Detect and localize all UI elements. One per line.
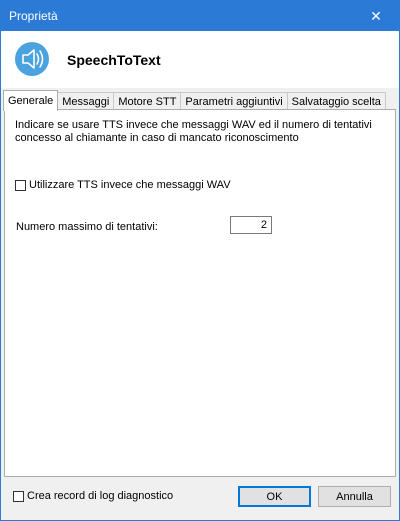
cancel-button[interactable]: Annulla bbox=[318, 486, 391, 507]
use-tts-row[interactable]: Utilizzare TTS invece che messaggi WAV bbox=[15, 179, 231, 191]
tab-generale[interactable]: Generale bbox=[3, 90, 59, 111]
tab-description: Indicare se usare TTS invece che messagg… bbox=[15, 119, 372, 144]
app-name: SpeechToText bbox=[67, 52, 161, 68]
speaker-icon bbox=[15, 42, 49, 76]
header-banner: SpeechToText bbox=[1, 31, 399, 88]
log-checkbox[interactable] bbox=[13, 490, 24, 502]
window-title: Proprietà bbox=[9, 9, 58, 23]
log-row[interactable]: Crea record di log diagnostico bbox=[13, 490, 173, 502]
title-bar: Proprietà ✕ bbox=[1, 1, 399, 31]
properties-dialog: Proprietà ✕ SpeechToText Generale Messag… bbox=[0, 0, 400, 521]
ok-button[interactable]: OK bbox=[238, 486, 311, 507]
max-attempts-label: Numero massimo di tentativi: bbox=[16, 221, 158, 233]
use-tts-checkbox[interactable] bbox=[15, 179, 26, 191]
tab-panel-generale: Indicare se usare TTS invece che messagg… bbox=[4, 109, 396, 477]
tab-strip: Generale Messaggi Motore STT Parametri a… bbox=[3, 90, 386, 111]
max-attempts-input[interactable]: 2 bbox=[230, 216, 272, 234]
log-label: Crea record di log diagnostico bbox=[27, 490, 174, 502]
use-tts-label: Utilizzare TTS invece che messaggi WAV bbox=[29, 179, 231, 191]
close-icon[interactable]: ✕ bbox=[353, 1, 399, 31]
